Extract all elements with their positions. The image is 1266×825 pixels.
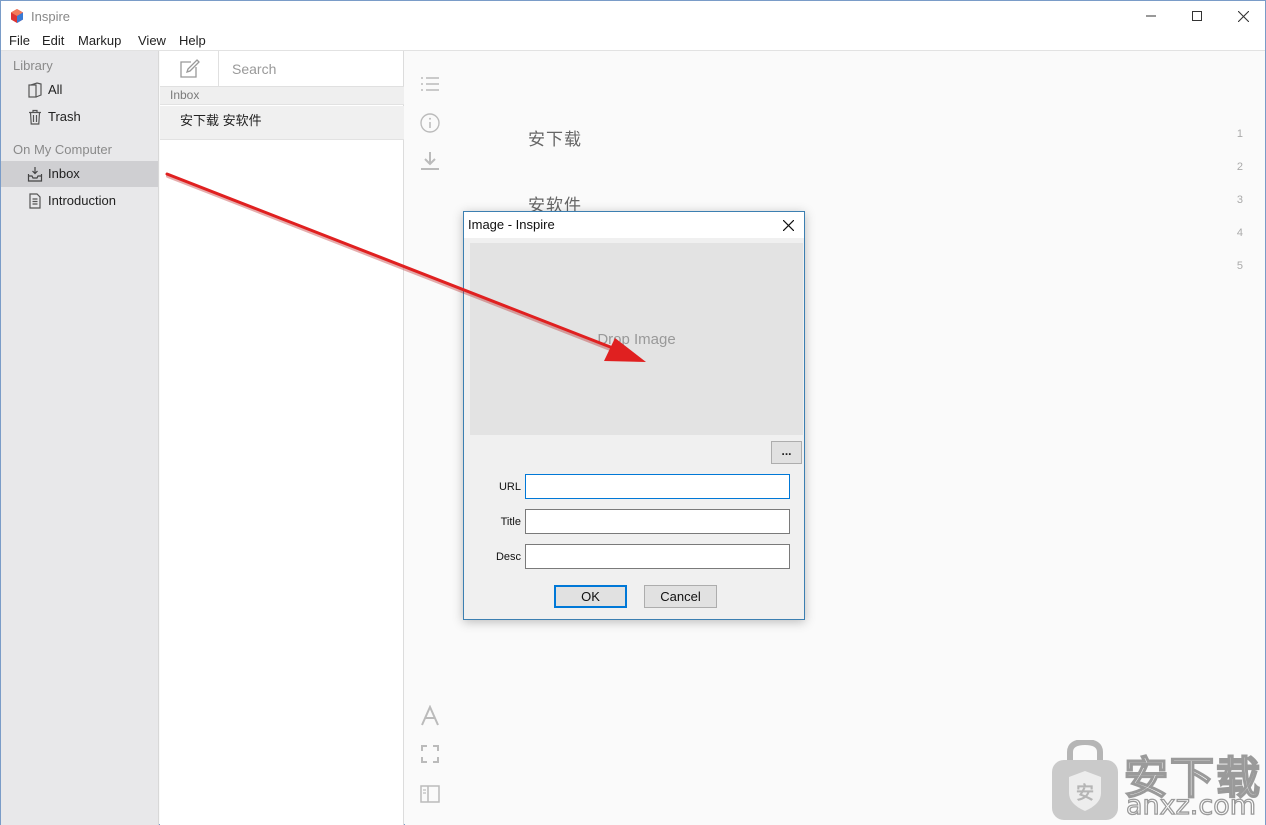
sidebar-item-all[interactable]: All [1, 77, 158, 103]
window-title: Inspire [31, 9, 71, 24]
books-icon [28, 82, 42, 98]
watermark: 安 安下载 anxz.com [1046, 740, 1264, 824]
note-group-header: Inbox [160, 87, 404, 105]
line-number: 4 [1236, 227, 1243, 239]
download-icon[interactable] [419, 150, 441, 172]
menu-bar: File Edit Markup View Help [1, 31, 1265, 51]
watermark-text-en: anxz.com [1125, 789, 1257, 821]
sidebar-item-label: Trash [48, 109, 81, 124]
line-number: 5 [1236, 260, 1243, 272]
title-field[interactable] [525, 509, 790, 534]
dialog-title-bar: Image - Inspire [464, 212, 804, 238]
maximize-button[interactable] [1174, 1, 1220, 31]
title-label: Title [500, 516, 521, 528]
shield-lock-icon: 安 [1052, 740, 1118, 820]
info-icon[interactable] [419, 112, 441, 134]
close-icon [1237, 10, 1249, 22]
sidebar-item-introduction[interactable]: Introduction [1, 188, 158, 214]
maximize-icon [1192, 11, 1202, 21]
sidebar-item-label: Introduction [48, 193, 116, 208]
preview-panel-icon[interactable] [419, 783, 441, 805]
editor-line[interactable]: 安下载 [528, 125, 582, 150]
menu-view[interactable]: View [138, 33, 166, 48]
font-icon[interactable] [419, 705, 441, 727]
app-logo-icon [11, 9, 23, 23]
search-input[interactable] [220, 55, 400, 83]
browse-button[interactable]: ... [771, 441, 802, 464]
desc-label: Desc [495, 551, 521, 563]
inbox-icon [27, 167, 43, 182]
sidebar-item-trash[interactable]: Trash [1, 104, 158, 130]
ok-button[interactable]: OK [554, 585, 627, 608]
desc-field[interactable] [525, 544, 790, 569]
cancel-button[interactable]: Cancel [644, 585, 717, 608]
library-sidebar: Library All Trash On My Computer Inbox I… [1, 51, 159, 825]
close-button[interactable] [1220, 1, 1266, 31]
sidebar-item-label: All [48, 82, 63, 97]
menu-file[interactable]: File [9, 33, 30, 48]
note-list-toolbar [160, 51, 404, 87]
svg-text:安: 安 [1076, 782, 1094, 804]
fullscreen-icon[interactable] [419, 743, 441, 765]
sidebar-item-inbox[interactable]: Inbox [1, 161, 158, 187]
menu-markup[interactable]: Markup [78, 33, 121, 48]
image-dialog: Image - Inspire Drop Image ... URL Title… [463, 211, 805, 620]
outline-list-icon[interactable] [419, 73, 441, 95]
line-number: 2 [1236, 161, 1243, 173]
dialog-close-button[interactable] [778, 216, 798, 234]
toolbar-divider [218, 51, 219, 87]
minimize-button[interactable] [1128, 1, 1174, 31]
minimize-icon [1146, 15, 1156, 17]
dialog-title: Image - Inspire [468, 217, 555, 232]
drop-image-label: Drop Image [597, 330, 676, 348]
menu-help[interactable]: Help [179, 33, 206, 48]
line-number: 3 [1236, 194, 1243, 206]
url-label: URL [498, 481, 521, 493]
compose-note-icon[interactable] [178, 58, 200, 80]
library-heading: Library [13, 58, 53, 73]
image-drop-zone[interactable]: Drop Image [470, 243, 803, 435]
sidebar-item-label: Inbox [48, 166, 80, 181]
note-list-pane: Inbox 安下载 安软件 [160, 51, 404, 825]
line-number: 1 [1236, 128, 1243, 140]
on-my-computer-heading: On My Computer [13, 142, 112, 157]
title-bar: Inspire [1, 1, 1265, 31]
trash-icon [29, 109, 41, 125]
app-window: Inspire File Edit Markup View Help Libra… [0, 0, 1266, 825]
menu-edit[interactable]: Edit [42, 33, 64, 48]
note-list-item[interactable]: 安下载 安软件 [160, 106, 404, 140]
close-icon [782, 219, 794, 231]
document-icon [29, 193, 41, 209]
url-field[interactable] [525, 474, 790, 499]
